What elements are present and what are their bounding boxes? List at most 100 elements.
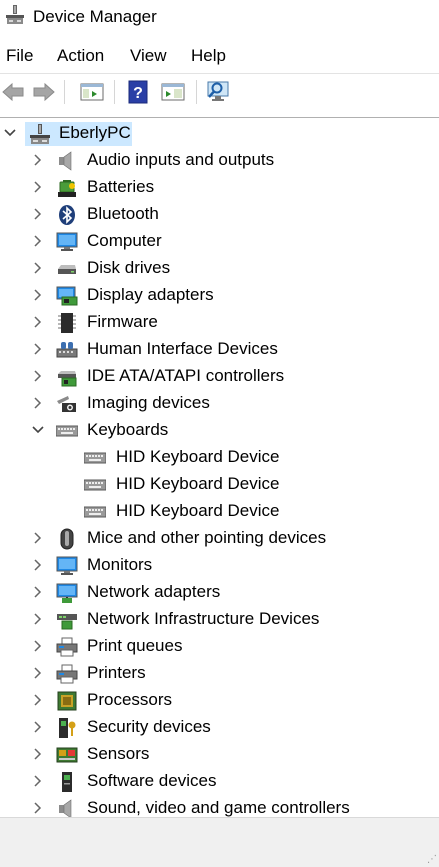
chevron-right-icon[interactable] — [31, 666, 45, 680]
tree-item-batteries[interactable]: Batteries — [0, 174, 439, 201]
tree-item-software-devices[interactable]: Software devices — [0, 768, 439, 795]
tree-item-label[interactable]: Audio inputs and outputs — [87, 150, 274, 170]
tree-item-computer[interactable]: Computer — [0, 228, 439, 255]
tree-item-label[interactable]: Display adapters — [87, 285, 214, 305]
show-hide-console-tree-button[interactable] — [78, 79, 106, 105]
tree-item-label[interactable]: Print queues — [87, 636, 182, 656]
network-adapter-icon — [56, 583, 78, 603]
chevron-right-icon[interactable] — [31, 585, 45, 599]
device-manager-icon — [6, 5, 24, 24]
tree-item-label[interactable]: Network Infrastructure Devices — [87, 609, 319, 629]
forward-button[interactable] — [31, 79, 57, 105]
chevron-right-icon[interactable] — [31, 558, 45, 572]
keyboard-icon — [84, 479, 106, 491]
tree-item-imaging-devices[interactable]: Imaging devices — [0, 390, 439, 417]
device-tree[interactable]: EberlyPC Audio inputs and outputs Batter… — [0, 117, 439, 817]
chevron-right-icon[interactable] — [31, 747, 45, 761]
menu-action[interactable]: Action — [57, 46, 104, 66]
tree-item-label[interactable]: Monitors — [87, 555, 152, 575]
tree-child-hid-keyboard[interactable]: HID Keyboard Device — [0, 471, 439, 498]
chevron-right-icon[interactable] — [31, 639, 45, 653]
tree-child-label[interactable]: HID Keyboard Device — [116, 474, 279, 494]
tree-root-label[interactable]: EberlyPC — [59, 123, 131, 143]
menu-file[interactable]: File — [6, 46, 33, 66]
tree-item-label[interactable]: Sound, video and game controllers — [87, 798, 350, 817]
chevron-down-icon[interactable] — [31, 423, 45, 437]
hid-icon — [56, 342, 78, 358]
tree-child-hid-keyboard[interactable]: HID Keyboard Device — [0, 498, 439, 525]
menu-view[interactable]: View — [130, 46, 167, 66]
toolbar-separator — [196, 80, 197, 104]
chevron-right-icon[interactable] — [31, 369, 45, 383]
security-key-icon — [59, 718, 76, 738]
window-title: Device Manager — [33, 7, 157, 26]
chevron-right-icon[interactable] — [31, 153, 45, 167]
tree-item-label[interactable]: Processors — [87, 690, 172, 710]
chevron-right-icon[interactable] — [31, 234, 45, 248]
tree-item-label[interactable]: Bluetooth — [87, 204, 159, 224]
tree-item-label[interactable]: Imaging devices — [87, 393, 210, 413]
tree-item-printers[interactable]: Printers — [0, 660, 439, 687]
title-bar: Device Manager — [0, 0, 439, 36]
scan-hardware-icon — [207, 81, 229, 101]
tree-item-display-adapters[interactable]: Display adapters — [0, 282, 439, 309]
tree-item-label[interactable]: Network adapters — [87, 582, 220, 602]
tree-child-label[interactable]: HID Keyboard Device — [116, 501, 279, 521]
chevron-right-icon[interactable] — [31, 531, 45, 545]
tree-item-sound-video-game[interactable]: Sound, video and game controllers — [0, 795, 439, 817]
chevron-right-icon[interactable] — [31, 801, 45, 815]
tree-item-label[interactable]: Software devices — [87, 771, 216, 791]
tree-item-label[interactable]: Sensors — [87, 744, 149, 764]
chevron-right-icon[interactable] — [31, 261, 45, 275]
scan-hardware-button[interactable] — [205, 79, 233, 105]
tree-item-label[interactable]: Keyboards — [87, 420, 168, 440]
tree-item-label[interactable]: Printers — [87, 663, 146, 683]
chevron-right-icon[interactable] — [31, 180, 45, 194]
tree-item-print-queues[interactable]: Print queues — [0, 633, 439, 660]
resize-grip-icon[interactable]: ⋰ — [427, 854, 437, 865]
tree-item-label[interactable]: Mice and other pointing devices — [87, 528, 326, 548]
chevron-right-icon[interactable] — [31, 207, 45, 221]
tree-item-network-adapters[interactable]: Network adapters — [0, 579, 439, 606]
chevron-right-icon[interactable] — [31, 774, 45, 788]
toolbar-separator — [64, 80, 65, 104]
tree-item-processors[interactable]: Processors — [0, 687, 439, 714]
monitor-icon — [56, 232, 78, 251]
chevron-down-icon[interactable] — [3, 126, 17, 140]
tree-child-label[interactable]: HID Keyboard Device — [116, 447, 279, 467]
chevron-right-icon[interactable] — [31, 720, 45, 734]
chevron-right-icon[interactable] — [31, 342, 45, 356]
tree-item-label[interactable]: Disk drives — [87, 258, 170, 278]
tree-item-sensors[interactable]: Sensors — [0, 741, 439, 768]
tree-item-audio[interactable]: Audio inputs and outputs — [0, 147, 439, 174]
chevron-right-icon[interactable] — [31, 693, 45, 707]
tree-item-monitors[interactable]: Monitors — [0, 552, 439, 579]
tree-child-hid-keyboard[interactable]: HID Keyboard Device — [0, 444, 439, 471]
tree-item-bluetooth[interactable]: Bluetooth — [0, 201, 439, 228]
tree-item-disk-drives[interactable]: Disk drives — [0, 255, 439, 282]
tree-item-human-interface-devices[interactable]: Human Interface Devices — [0, 336, 439, 363]
tree-root[interactable]: EberlyPC — [0, 120, 439, 147]
speaker-icon — [59, 151, 72, 171]
tree-item-label[interactable]: IDE ATA/ATAPI controllers — [87, 366, 284, 386]
properties-button[interactable] — [159, 79, 187, 105]
chevron-right-icon[interactable] — [31, 396, 45, 410]
menu-help[interactable]: Help — [191, 46, 226, 66]
tree-item-label[interactable]: Human Interface Devices — [87, 339, 278, 359]
tree-item-security-devices[interactable]: Security devices — [0, 714, 439, 741]
tree-item-network-infrastructure[interactable]: Network Infrastructure Devices — [0, 606, 439, 633]
tree-item-label[interactable]: Computer — [87, 231, 162, 251]
tree-item-mice[interactable]: Mice and other pointing devices — [0, 525, 439, 552]
tree-item-label[interactable]: Security devices — [87, 717, 211, 737]
tree-item-label[interactable]: Batteries — [87, 177, 154, 197]
tree-item-ide-ata-atapi[interactable]: IDE ATA/ATAPI controllers — [0, 363, 439, 390]
chevron-right-icon[interactable] — [31, 288, 45, 302]
chevron-right-icon[interactable] — [31, 315, 45, 329]
help-button[interactable]: ? — [126, 79, 150, 105]
tree-item-keyboards[interactable]: Keyboards — [0, 417, 439, 444]
tree-item-firmware[interactable]: Firmware — [0, 309, 439, 336]
tree-item-label[interactable]: Firmware — [87, 312, 158, 332]
back-button[interactable] — [0, 79, 26, 105]
chevron-right-icon[interactable] — [31, 612, 45, 626]
status-bar: ⋰ — [0, 817, 439, 867]
